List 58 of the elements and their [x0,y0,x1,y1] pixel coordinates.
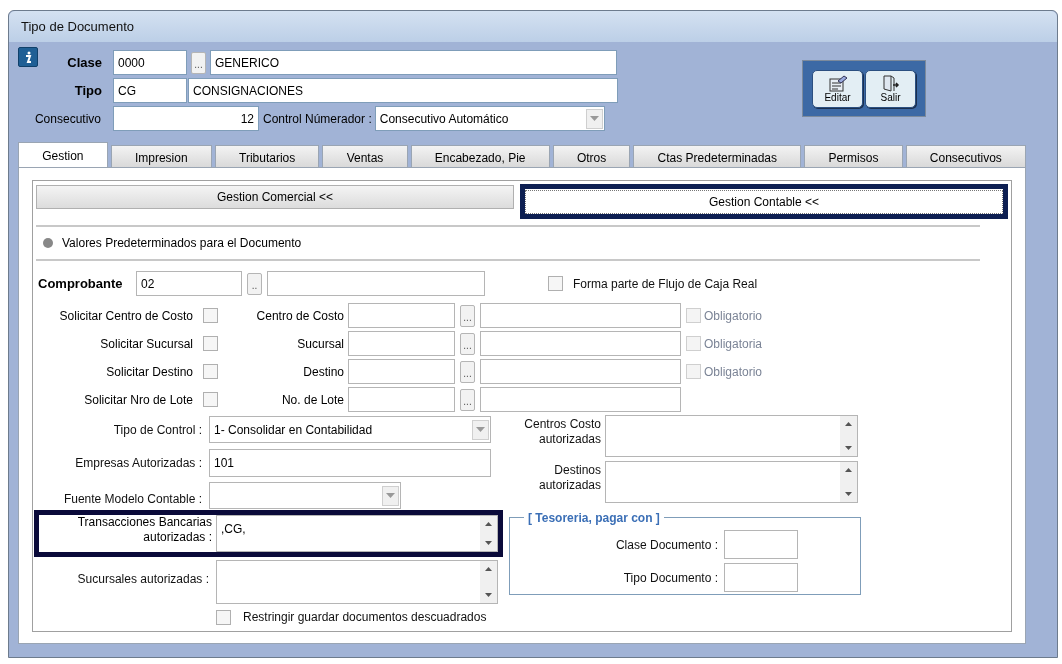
lookup-button[interactable]: ... [460,388,475,411]
field-label: Forma parte de Flujo de Caja Real [573,275,758,293]
field-label: No. de Lote [280,391,344,409]
field-label: Destino [302,363,344,381]
section-button[interactable]: Gestion Contable << [525,190,1003,214]
group-title: Valores Predeterminados para el Documento [62,235,302,252]
field-label: Tipo de Control : [112,421,203,439]
lookup-button[interactable]: .. [247,272,262,295]
text-field[interactable]: 02 [136,271,242,296]
field-label: Tipo Documento : [622,569,719,587]
field-label: Comprobante [38,274,124,293]
tab[interactable]: Tributarios [214,145,320,167]
tab[interactable]: Encabezado, Pie [410,145,550,167]
tab[interactable]: Ventas [322,145,408,167]
tab[interactable]: Permisos [804,145,903,167]
field-label: Solicitar Nro de Lote [83,391,193,409]
text-field[interactable]: 101 [209,448,491,477]
field-label: Control Númerador : [263,110,372,128]
checkbox-label: Obligatorio [704,307,763,325]
field-label: Solicitar Destino [105,363,193,381]
field-label: Empresas Autorizadas : [74,454,203,472]
dropdown[interactable]: 1- Consolidar en Contabilidad [209,416,491,443]
field-label: Restringir guardar documentos descuadrados [243,609,487,626]
text-area[interactable]: ,CG, [216,515,498,552]
lookup-button[interactable]: ... [460,360,475,383]
window-title: Tipo de Documento [21,17,134,36]
field-label: Clase Documento : [614,536,719,554]
lookup-button[interactable]: ... [191,51,206,74]
field-label: Centros Costo autorizadas [523,416,602,448]
dropdown[interactable]: Consecutivo Automático [374,106,605,131]
field-label: Transacciones Bancarias autorizadas : [76,515,213,546]
tab[interactable]: Ctas Predeterminadas [633,145,802,167]
field-label: Fuente Modelo Contable : [62,490,203,508]
text-field[interactable]: 0000 [113,50,187,75]
field-label: Destinos autorizadas [537,462,602,494]
toolbar-button[interactable]: Salir [865,69,916,108]
text-field[interactable]: 12 [113,106,259,131]
checkbox-label: Obligatorio [704,363,763,381]
lookup-button[interactable]: ... [460,332,475,355]
tab[interactable]: Otros [552,145,631,167]
text-field[interactable]: CONSIGNACIONES [188,78,618,103]
field-label: Sucursal [296,335,344,353]
field-label: Tipo [73,81,103,100]
toolbar-button[interactable]: Editar [812,69,863,108]
field-label: Solicitar Centro de Costo [58,307,193,325]
text-field[interactable]: GENERICO [210,50,617,75]
field-label: Solicitar Sucursal [99,335,193,353]
section-button[interactable]: Gestion Comercial << [36,185,514,209]
field-label: Centro de Costo [255,307,344,325]
field-label: Sucursales autorizadas : [76,571,210,588]
field-label: Consecutivo [33,110,101,128]
text-field[interactable]: CG [113,78,187,103]
tab[interactable]: Gestion [18,142,108,167]
tab[interactable]: Consecutivos [905,145,1027,167]
lookup-button[interactable]: ... [460,304,475,327]
tab[interactable]: Impresion [110,145,212,167]
field-label: Clase [66,53,103,72]
checkbox-label: Obligatoria [704,335,763,353]
